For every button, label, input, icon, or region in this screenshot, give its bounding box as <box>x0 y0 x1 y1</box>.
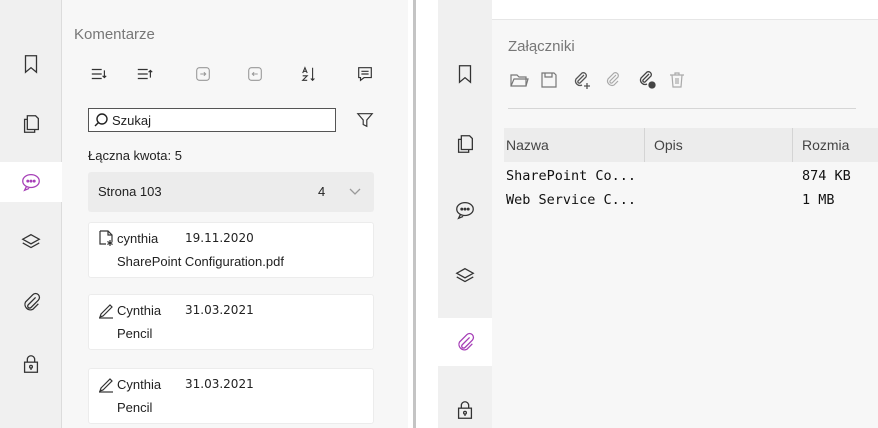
expand-all-icon[interactable] <box>88 62 110 86</box>
attachment-name: Web Service C... <box>506 192 637 208</box>
column-resize-handle[interactable] <box>792 128 793 162</box>
filter-icon[interactable] <box>354 108 376 132</box>
comment-date: 31.03.2021 <box>185 303 254 317</box>
collapse-all-icon[interactable] <box>134 62 156 86</box>
attachment-name: SharePoint Co... <box>506 168 637 184</box>
sort-icon[interactable] <box>298 62 320 86</box>
chevron-down-icon[interactable] <box>346 182 364 200</box>
pencil-icon <box>99 304 113 319</box>
comment-icon[interactable] <box>0 162 62 202</box>
top-tab-strip <box>492 0 878 20</box>
total-count-label: Łączna kwota: 5 <box>88 148 182 163</box>
attachments-toolbar <box>508 68 748 92</box>
comment-author: Cynthia <box>117 377 162 392</box>
attachments-window: Załączniki Nazwa Opis Rozmia SharePoint … <box>420 0 878 428</box>
comments-window: Komentarze Szukaj Łączna kwota: 5 Strona… <box>0 0 408 428</box>
split-divider[interactable] <box>408 0 420 428</box>
column-header-size[interactable]: Rozmia <box>802 137 849 153</box>
previous-icon[interactable] <box>244 62 266 86</box>
comment-card[interactable]: Cynthia 31.03.2021 Pencil <box>88 294 374 350</box>
panel-title: Załączniki <box>508 38 575 55</box>
search-input[interactable] <box>112 112 312 128</box>
open-folder-icon[interactable] <box>508 68 530 92</box>
left-navigation-rail <box>0 0 62 428</box>
comment-text: SharePoint Configuration.pdf <box>117 254 284 269</box>
file-attachment-icon <box>99 230 113 246</box>
layers-icon[interactable] <box>445 256 485 296</box>
bookmark-icon[interactable] <box>445 54 485 94</box>
comment-card[interactable]: Cynthia 31.03.2021 Pencil <box>88 368 374 424</box>
column-resize-handle[interactable] <box>644 128 645 162</box>
page-group-label: Strona 103 <box>98 184 162 199</box>
comment-icon[interactable] <box>445 190 485 230</box>
table-row[interactable]: SharePoint Co... 874 KB <box>504 166 878 188</box>
attachment-icon[interactable] <box>11 282 51 322</box>
delete-icon[interactable] <box>666 68 688 92</box>
lock-icon[interactable] <box>11 344 51 384</box>
attachment-icon[interactable] <box>438 318 492 366</box>
comment-author: Cynthia <box>117 303 162 318</box>
comments-toolbar <box>88 62 378 90</box>
save-icon[interactable] <box>538 68 560 92</box>
pages-icon[interactable] <box>11 104 51 144</box>
comment-text: Pencil <box>117 400 153 415</box>
remove-attachment-icon[interactable] <box>602 68 624 92</box>
table-row[interactable]: Web Service C... 1 MB <box>504 190 878 212</box>
comments-panel: Komentarze Szukaj Łączna kwota: 5 Strona… <box>62 0 384 428</box>
right-navigation-rail <box>438 0 492 428</box>
bookmark-icon[interactable] <box>11 44 51 84</box>
comment-card[interactable]: cynthia 19.11.2020 SharePoint Configurat… <box>88 222 374 278</box>
column-header-name[interactable]: Nazwa <box>506 137 549 153</box>
attachment-size: 1 MB <box>802 192 835 208</box>
add-attachment-icon[interactable] <box>570 68 592 92</box>
search-field[interactable] <box>88 108 336 132</box>
attachment-size: 874 KB <box>802 168 851 184</box>
layers-icon[interactable] <box>11 222 51 262</box>
attachment-settings-icon[interactable] <box>636 68 658 92</box>
comment-date: 31.03.2021 <box>185 377 254 391</box>
vertical-scrollbar[interactable] <box>384 0 408 428</box>
comment-list-icon[interactable] <box>354 62 376 86</box>
lock-icon[interactable] <box>445 390 485 428</box>
divider-bar <box>413 0 416 428</box>
attachments-panel: Załączniki Nazwa Opis Rozmia SharePoint … <box>492 0 878 428</box>
panel-title: Komentarze <box>74 26 155 43</box>
comment-text: Pencil <box>117 326 153 341</box>
next-icon[interactable] <box>192 62 214 86</box>
toolbar-separator <box>508 108 856 109</box>
comment-author: cynthia <box>117 231 159 246</box>
page-group-count: 4 <box>318 184 326 199</box>
pencil-icon <box>99 378 113 393</box>
table-header: Nazwa Opis Rozmia <box>504 128 878 162</box>
comment-date: 19.11.2020 <box>185 231 254 245</box>
column-header-description[interactable]: Opis <box>654 137 683 153</box>
page-group-header[interactable]: Strona 103 4 <box>88 172 374 212</box>
search-icon <box>94 113 108 127</box>
pages-icon[interactable] <box>445 124 485 164</box>
